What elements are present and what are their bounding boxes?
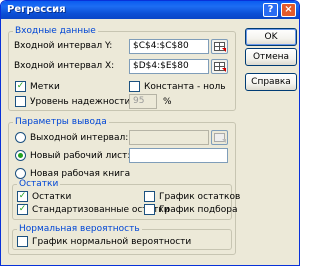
cancel-button[interactable]: Отмена [245, 48, 297, 66]
input-x-range-field[interactable]: $D$4:$E$80 [129, 59, 209, 74]
output-options-group-label: Параметры вывода [13, 117, 109, 127]
collapse-dialog-y-button[interactable] [211, 39, 228, 54]
radio-selected-dot [18, 153, 23, 158]
percent-sign: % [163, 97, 172, 107]
normal-probability-plots-checkbox[interactable] [17, 236, 28, 247]
dialog-title: Регрессия [7, 4, 66, 15]
constant-zero-checkbox[interactable] [129, 81, 140, 92]
residuals-checkbox[interactable]: ✓ [17, 191, 28, 202]
output-range-label: Выходной интервал: [30, 133, 129, 143]
output-range-field[interactable] [129, 130, 209, 145]
line-fit-plots-checkbox[interactable] [144, 204, 155, 215]
help-button[interactable]: Справка [245, 73, 297, 91]
normal-probability-plots-label: График нормальной вероятности [32, 237, 192, 247]
title-bar[interactable]: Регрессия ? × [1, 1, 299, 19]
output-range-radio[interactable] [15, 132, 26, 143]
input-y-range-field[interactable]: $C$4:$C$80 [129, 39, 209, 54]
help-icon[interactable]: ? [263, 3, 278, 17]
confidence-level-field[interactable]: 95 [129, 94, 157, 109]
residuals-label: Остатки [32, 192, 72, 202]
arrow-icon [222, 48, 226, 52]
ok-button[interactable]: OK [245, 28, 297, 46]
constant-zero-label: Константа - ноль [144, 82, 226, 92]
new-worksheet-label: Новый рабочий лист: [30, 151, 131, 161]
collapse-dialog-x-button[interactable] [211, 59, 228, 74]
residual-plots-label: График остатков [159, 192, 241, 202]
input-data-group-label: Входные данные [13, 26, 98, 36]
residuals-group-label: Остатки [17, 179, 61, 189]
confidence-level-label: Уровень надежности: [30, 97, 134, 107]
arrow-icon [222, 139, 226, 143]
new-workbook-label: Новая рабочая книга [30, 169, 131, 179]
new-workbook-radio[interactable] [15, 168, 26, 179]
confidence-level-checkbox[interactable] [15, 96, 26, 107]
new-worksheet-radio[interactable] [15, 150, 26, 161]
arrow-icon [222, 68, 226, 72]
standardized-residuals-checkbox[interactable]: ✓ [17, 204, 28, 215]
input-x-label: Входной интервал X: [14, 61, 115, 71]
normal-probability-group-label: Нормальная вероятность [17, 224, 142, 234]
input-y-label: Входной интервал Y: [14, 41, 113, 51]
close-icon[interactable]: × [281, 3, 296, 17]
collapse-dialog-output-button[interactable] [211, 130, 228, 145]
new-worksheet-name-field[interactable] [129, 148, 228, 163]
line-fit-plots-label: График подбора [159, 205, 238, 215]
labels-checkbox[interactable]: ✓ [15, 81, 26, 92]
residual-plots-checkbox[interactable] [144, 191, 155, 202]
regression-dialog: Регрессия ? × OK Отмена Справка Входные … [0, 0, 300, 266]
labels-checkbox-label: Метки [30, 82, 60, 92]
